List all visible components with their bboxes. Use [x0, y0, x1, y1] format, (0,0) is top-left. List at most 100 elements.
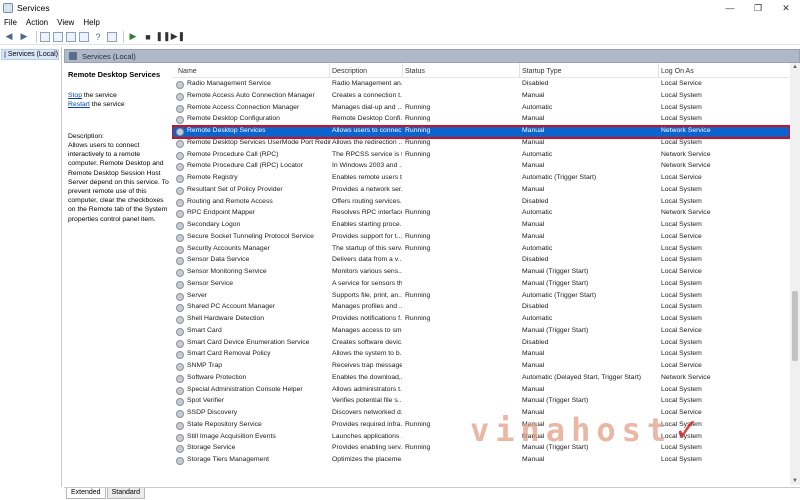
table-row[interactable]: Sensor Monitoring Service Monitors variou…	[172, 267, 790, 279]
table-row[interactable]: Remote Access Auto Connection Manager Cre…	[172, 91, 790, 103]
service-gear-icon	[176, 128, 184, 136]
service-gear-icon	[176, 81, 184, 89]
table-row[interactable]: Security Accounts Manager The startup of …	[172, 244, 790, 256]
table-row[interactable]: Storage Tiers Management Optimizes the pl…	[172, 455, 790, 467]
minimize-button[interactable]: —	[716, 0, 744, 16]
refresh-icon[interactable]	[66, 31, 76, 42]
table-row[interactable]: Routing and Remote Access Offers routing …	[172, 197, 790, 209]
table-row[interactable]: Still Image Acquisition Events Launches a…	[172, 432, 790, 444]
service-name: RPC Endpoint Mapper	[187, 209, 256, 217]
service-name: SSDP Discovery	[187, 409, 238, 416]
column-header-name[interactable]: Name	[178, 68, 197, 75]
restart-service-link[interactable]: Restart	[68, 101, 90, 108]
table-row[interactable]: Remote Desktop Configuration Remote Deskt…	[172, 114, 790, 126]
service-name: Secondary Logon	[187, 221, 241, 228]
pause-service-icon[interactable]: ❚❚	[155, 31, 170, 43]
column-header-description[interactable]: Description	[332, 68, 367, 75]
service-status: Running	[405, 244, 431, 252]
table-row[interactable]: Shell Hardware Detection Provides notific…	[172, 314, 790, 326]
table-row[interactable]: Software Protection Enables the download,…	[172, 373, 790, 385]
tab-extended[interactable]: Extended	[66, 488, 106, 499]
service-log-on-as: Local System	[661, 315, 702, 322]
table-row[interactable]: Remote Procedure Call (RPC) The RPCSS ser…	[172, 150, 790, 162]
console-icon[interactable]	[107, 31, 117, 42]
start-service-icon[interactable]: ▶	[127, 31, 139, 43]
scrollbar-thumb[interactable]	[792, 291, 798, 361]
table-row[interactable]: Remote Registry Enables remote users t...…	[172, 173, 790, 185]
service-gear-icon	[176, 292, 184, 301]
service-name: Remote Procedure Call (RPC) Locator	[187, 162, 303, 170]
service-gear-icon	[176, 457, 184, 465]
table-row[interactable]: Smart Card Manages access to sm... Manual …	[172, 326, 790, 338]
menu-view[interactable]: View	[57, 18, 74, 27]
stop-service-icon[interactable]: ■	[142, 31, 154, 43]
service-description: Monitors various sens...	[332, 268, 402, 275]
table-row[interactable]: Shared PC Account Manager Manages profile…	[172, 302, 790, 314]
vertical-scrollbar[interactable]: ▲ ▼	[790, 63, 800, 485]
service-startup-type: Manual (Trigger Start)	[522, 397, 589, 405]
table-row[interactable]: SNMP Trap Receives trap message... Manual L…	[172, 361, 790, 373]
column-divider[interactable]	[519, 63, 520, 77]
service-log-on-as: Local Service	[661, 174, 702, 181]
table-row[interactable]: Remote Procedure Call (RPC) Locator In Wi…	[172, 161, 790, 173]
menu-file[interactable]: File	[4, 18, 17, 27]
column-header-startup-type[interactable]: Startup Type	[522, 68, 562, 75]
table-row[interactable]: SSDP Discovery Discovers networked d... Ma…	[172, 408, 790, 420]
properties-icon[interactable]	[53, 31, 63, 42]
service-name: Remote Registry	[187, 174, 238, 181]
table-row[interactable]: Spot Verifier Verifies potential file s..…	[172, 396, 790, 408]
tree-item-services-local[interactable]: Services (Local)	[1, 49, 59, 60]
service-log-on-as: Network Service	[661, 162, 711, 170]
column-divider[interactable]	[658, 63, 659, 77]
scroll-down-icon[interactable]: ▼	[792, 478, 798, 484]
service-startup-type: Manual (Trigger Start)	[522, 444, 589, 452]
table-row[interactable]: Server Supports file, print, an... Running…	[172, 291, 790, 303]
service-name: Remote Access Auto Connection Manager	[187, 91, 315, 99]
table-row[interactable]: Resultant Set of Policy Provider Provides…	[172, 185, 790, 197]
show-hide-tree-icon[interactable]	[40, 31, 50, 42]
service-status: Running	[405, 232, 431, 240]
column-header-status[interactable]: Status	[405, 68, 425, 75]
column-divider[interactable]	[402, 63, 403, 77]
table-row[interactable]: Radio Management Service Radio Management…	[172, 79, 790, 91]
restart-service-icon[interactable]: ▶❚	[171, 31, 185, 43]
service-startup-type: Manual	[522, 162, 545, 170]
table-row[interactable]: Secure Socket Tunneling Protocol Service…	[172, 232, 790, 244]
table-row[interactable]: State Repository Service Provides require…	[172, 420, 790, 432]
stop-service-link[interactable]: Stop	[68, 92, 82, 99]
service-gear-icon	[176, 374, 184, 383]
forward-arrow-icon[interactable]: ▶	[18, 31, 30, 43]
service-log-on-as: Local System	[661, 350, 702, 358]
menu-action[interactable]: Action	[26, 18, 48, 27]
service-gear-icon	[176, 175, 184, 183]
title-bar: Services — ❐ ✕	[0, 0, 800, 16]
table-row[interactable]: Special Administration Console Helper All…	[172, 385, 790, 397]
table-row[interactable]: Secondary Logon Enables starting proce...…	[172, 220, 790, 232]
close-button[interactable]: ✕	[772, 0, 800, 16]
export-list-icon[interactable]	[79, 31, 89, 42]
maximize-button[interactable]: ❐	[744, 0, 772, 16]
table-row[interactable]: Remote Desktop Services UserMode Port Re…	[172, 138, 790, 150]
table-row[interactable]: Sensor Service A service for sensors th..…	[172, 279, 790, 291]
service-description: Allows the redirection ...	[332, 138, 402, 146]
help-icon[interactable]: ?	[92, 31, 104, 43]
service-log-on-as: Network Service	[661, 209, 711, 217]
table-row[interactable]: Storage Service Provides enabling serv...…	[172, 443, 790, 455]
service-log-on-as: Local Service	[661, 362, 702, 369]
column-divider[interactable]	[329, 63, 330, 77]
service-startup-type: Manual	[522, 127, 545, 134]
table-row[interactable]: Sensor Data Service Delivers data from a …	[172, 255, 790, 267]
table-row[interactable]: Smart Card Device Enumeration Service Cre…	[172, 338, 790, 350]
menu-help[interactable]: Help	[83, 18, 99, 27]
table-row[interactable]: Smart Card Removal Policy Allows the syst…	[172, 349, 790, 361]
table-row[interactable]: Remote Desktop Services Allows users to c…	[172, 125, 790, 139]
back-arrow-icon[interactable]: ◀	[3, 31, 15, 43]
table-row[interactable]: Remote Access Connection Manager Manages …	[172, 103, 790, 115]
column-header-log-on-as[interactable]: Log On As	[661, 68, 694, 75]
table-row[interactable]: RPC Endpoint Mapper Resolves RPC interfac…	[172, 208, 790, 220]
scroll-up-icon[interactable]: ▲	[792, 64, 798, 70]
service-gear-icon	[176, 245, 184, 254]
tab-standard[interactable]: Standard	[106, 488, 146, 499]
service-status: Running	[405, 420, 431, 428]
view-tabs: Extended Standard	[64, 487, 800, 500]
